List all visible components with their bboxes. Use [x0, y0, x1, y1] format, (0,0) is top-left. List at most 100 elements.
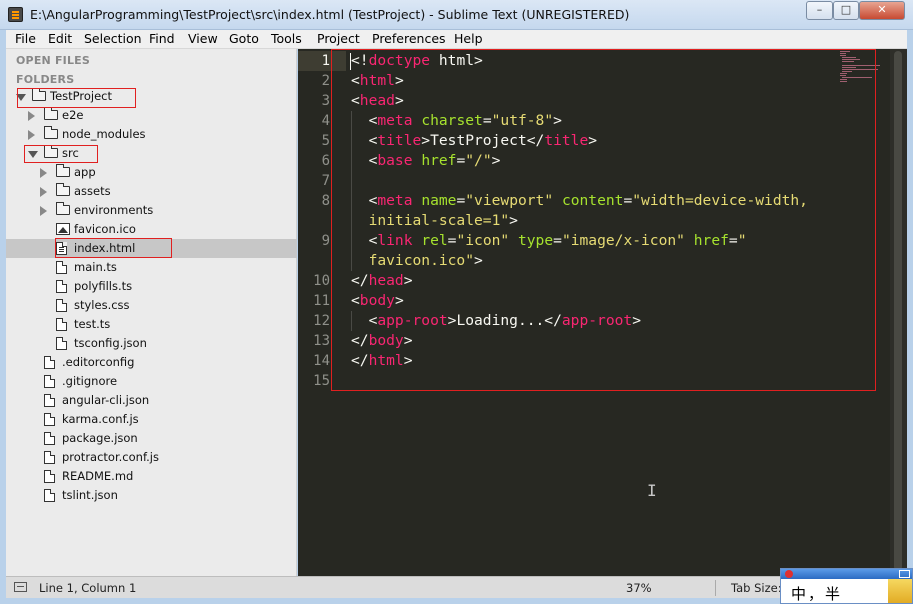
disclosure-closed-icon[interactable] — [40, 206, 47, 216]
menu-help[interactable]: Help — [454, 31, 483, 46]
menu-selection[interactable]: Selection — [84, 31, 142, 46]
tree-item-label: .gitignore — [62, 374, 118, 388]
folder-icon — [44, 107, 58, 120]
ime-logo-icon — [785, 570, 793, 578]
tree-item-label: tsconfig.json — [74, 336, 147, 350]
sublime-text-icon — [8, 7, 23, 22]
tree-folder[interactable]: e2e — [6, 106, 297, 125]
ime-skin-icon[interactable] — [888, 579, 912, 603]
status-progress: 37% — [626, 581, 652, 595]
line-number: 6 — [321, 153, 330, 169]
tree-file[interactable]: .gitignore — [6, 372, 297, 391]
ime-toolbar[interactable]: 中，半 — [780, 568, 913, 604]
file-icon — [44, 375, 55, 388]
tree-item-label: karma.conf.js — [62, 412, 139, 426]
tree-file[interactable]: polyfills.ts — [6, 277, 297, 296]
disclosure-closed-icon[interactable] — [40, 168, 47, 178]
file-icon — [56, 261, 67, 274]
menu-bar: File Edit Selection Find View Goto Tools… — [6, 30, 907, 49]
highlight-box-index-html — [55, 238, 172, 258]
tree-folder[interactable]: node_modules — [6, 125, 297, 144]
cursor-position: Line 1, Column 1 — [39, 581, 137, 595]
close-button[interactable]: ✕ — [859, 1, 905, 20]
tree-file[interactable]: tslint.json — [6, 486, 297, 505]
tree-item-label: README.md — [62, 469, 134, 483]
tree-file[interactable]: package.json — [6, 429, 297, 448]
file-icon — [44, 432, 55, 445]
tree-file[interactable]: protractor.conf.js — [6, 448, 297, 467]
tree-item-label: node_modules — [62, 127, 146, 141]
disclosure-closed-icon[interactable] — [28, 111, 35, 121]
file-icon — [44, 356, 55, 369]
file-icon — [44, 470, 55, 483]
vertical-scrollbar[interactable] — [890, 49, 907, 576]
line-number: 7 — [321, 173, 330, 189]
tree-item-label: app — [74, 165, 96, 179]
line-number: 11 — [313, 293, 330, 309]
file-icon — [56, 299, 67, 312]
tree-item-label: angular-cli.json — [62, 393, 150, 407]
tree-file[interactable]: karma.conf.js — [6, 410, 297, 429]
line-number: 9 — [321, 233, 330, 249]
menu-edit[interactable]: Edit — [48, 31, 72, 46]
file-icon — [56, 337, 67, 350]
menu-file[interactable]: File — [15, 31, 36, 46]
scrollbar-thumb[interactable] — [894, 51, 902, 571]
ime-mode-text[interactable]: 中，半 — [791, 583, 842, 603]
code-editor[interactable]: 1 2 3 4 5 6 7 8 9 10 11 12 13 14 15 <!doctype html> <ht… — [298, 49, 907, 576]
tree-folder[interactable]: app — [6, 163, 297, 182]
highlight-box-code — [331, 49, 876, 391]
tree-item-label: environments — [74, 203, 154, 217]
highlight-box-src — [24, 145, 98, 163]
line-number: 2 — [321, 73, 330, 89]
menu-preferences[interactable]: Preferences — [372, 31, 446, 46]
line-number: 15 — [313, 373, 330, 389]
tree-file[interactable]: test.ts — [6, 315, 297, 334]
tree-folder[interactable]: environments — [6, 201, 297, 220]
disclosure-closed-icon[interactable] — [28, 130, 35, 140]
tree-item-label: test.ts — [74, 317, 111, 331]
tree-file[interactable]: styles.css — [6, 296, 297, 315]
file-icon — [44, 489, 55, 502]
file-icon — [56, 280, 67, 293]
tree-file[interactable]: main.ts — [6, 258, 297, 277]
tree-item-label: tslint.json — [62, 488, 118, 502]
line-number: 8 — [321, 193, 330, 209]
tree-file[interactable]: favicon.ico — [6, 220, 297, 239]
folder-icon — [44, 126, 58, 139]
menu-find[interactable]: Find — [149, 31, 175, 46]
mouse-ibeam-cursor: I — [647, 481, 657, 500]
panel-toggle-icon[interactable] — [14, 582, 27, 592]
folder-icon — [56, 164, 70, 177]
disclosure-closed-icon[interactable] — [40, 187, 47, 197]
minimize-button[interactable]: – — [806, 1, 833, 20]
folders-header: FOLDERS — [16, 73, 75, 86]
menu-tools[interactable]: Tools — [271, 31, 302, 46]
tree-file[interactable]: .editorconfig — [6, 353, 297, 372]
maximize-button[interactable]: □ — [833, 1, 859, 20]
tree-folder[interactable]: assets — [6, 182, 297, 201]
line-number: 3 — [321, 93, 330, 109]
menu-goto[interactable]: Goto — [229, 31, 259, 46]
line-number: 4 — [321, 113, 330, 129]
folder-icon — [56, 202, 70, 215]
tree-file[interactable]: README.md — [6, 467, 297, 486]
tree-file[interactable]: tsconfig.json — [6, 334, 297, 353]
line-number: 1 — [321, 53, 330, 69]
tree-file[interactable]: angular-cli.json — [6, 391, 297, 410]
tree-item-label: e2e — [62, 108, 84, 122]
file-icon — [44, 451, 55, 464]
title-bar[interactable]: E:\AngularProgramming\TestProject\src\in… — [0, 0, 913, 30]
ime-options-icon[interactable] — [899, 570, 910, 578]
line-number: 14 — [313, 353, 330, 369]
tree-item-label: package.json — [62, 431, 138, 445]
ime-titlebar — [781, 569, 912, 579]
tree-item-label: .editorconfig — [62, 355, 135, 369]
highlight-box-testproject — [17, 88, 136, 108]
line-number: 5 — [321, 133, 330, 149]
folder-icon — [56, 183, 70, 196]
menu-project[interactable]: Project — [317, 31, 360, 46]
status-divider — [715, 580, 716, 596]
sidebar: OPEN FILES FOLDERS TestProject e2e node_mo… — [6, 49, 297, 576]
menu-view[interactable]: View — [188, 31, 218, 46]
